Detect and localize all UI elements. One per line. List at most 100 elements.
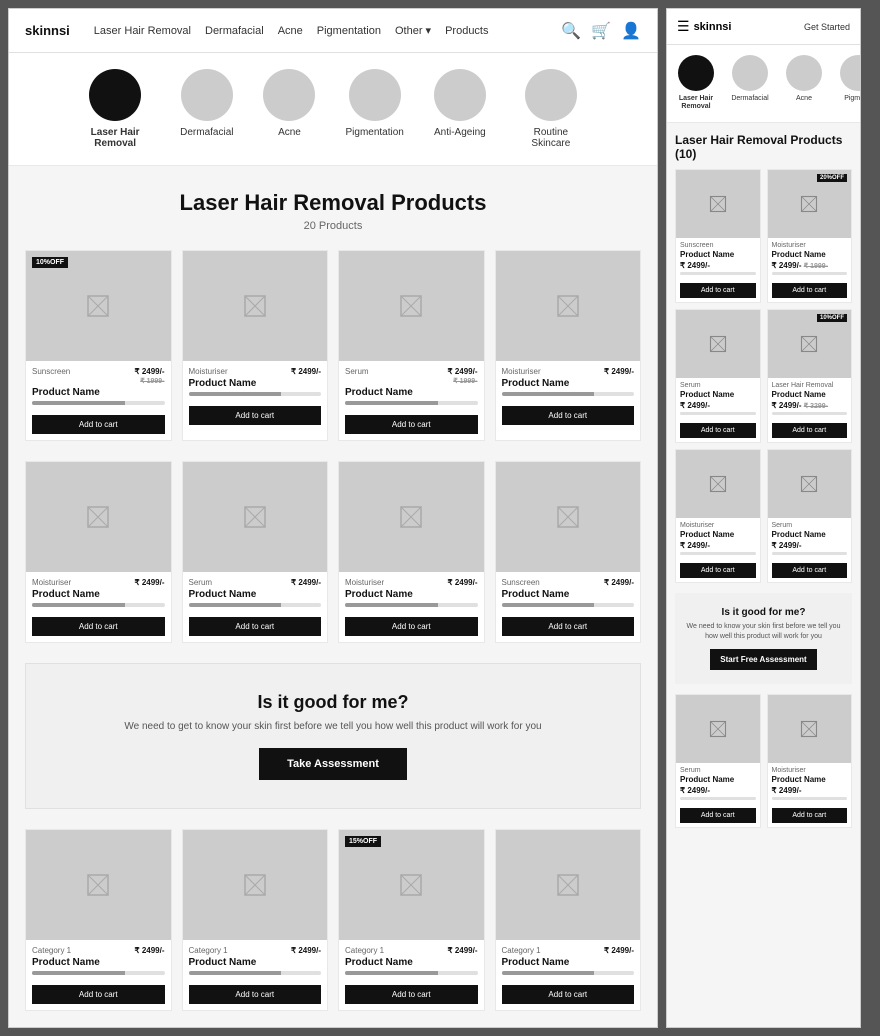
product-card-7: Moisturiser ₹ 2499/- Product Name Add to…: [338, 461, 485, 643]
add-to-cart-9[interactable]: Add to cart: [32, 985, 165, 1004]
cat-circle-acne: [263, 69, 315, 121]
start-free-assessment-button[interactable]: Start Free Assessment: [710, 649, 816, 670]
mobile-assessment-desc: We need to know your skin first before w…: [683, 622, 844, 642]
product-price-9: ₹ 2499/-: [135, 946, 165, 955]
nav-link-products[interactable]: Products: [445, 24, 488, 37]
nav-link-pigmentation[interactable]: Pigmentation: [317, 24, 381, 37]
cat-dermafacial[interactable]: Dermafacial: [180, 69, 233, 149]
mobile-cat-acne[interactable]: Acne: [783, 55, 825, 112]
section-title: Laser Hair Removal Products: [25, 190, 641, 216]
mobile-navbar: ☰ skinnsi Get Started: [667, 9, 860, 45]
mobile-product-grid: Sunscreen Product Name ₹ 2499/- Add to c…: [667, 165, 860, 587]
mobile-product-price-1: ₹ 2499/-: [680, 261, 756, 270]
product-card-10: Category 1 ₹ 2499/- Product Name Add to …: [182, 829, 329, 1011]
account-icon[interactable]: 👤: [621, 21, 641, 41]
add-to-cart-5[interactable]: Add to cart: [32, 617, 165, 636]
nav-link-other[interactable]: Other ▾: [395, 24, 431, 37]
mobile-add-to-cart-8[interactable]: Add to cart: [772, 808, 848, 823]
product-image-9: [26, 830, 171, 940]
product-category-10: Category 1: [189, 946, 228, 955]
cat-label-routine: Routine Skincare: [516, 127, 586, 149]
cat-pigmentation[interactable]: Pigmentation: [345, 69, 403, 149]
mobile-add-to-cart-6[interactable]: Add to cart: [772, 563, 848, 578]
mobile-product-category-1: Sunscreen: [680, 242, 756, 249]
mobile-cat-dermafacial[interactable]: Dermafacial: [729, 55, 771, 112]
nav-link-laser[interactable]: Laser Hair Removal: [94, 24, 191, 37]
nav-link-acne[interactable]: Acne: [278, 24, 303, 37]
product-price-5: ₹ 2499/-: [135, 578, 165, 587]
cat-label-acne: Acne: [278, 127, 301, 138]
desktop-nav-links: Laser Hair Removal Dermafacial Acne Pigm…: [94, 24, 545, 37]
product-price-10: ₹ 2499/-: [291, 946, 321, 955]
take-assessment-button[interactable]: Take Assessment: [259, 748, 407, 780]
add-to-cart-11[interactable]: Add to cart: [345, 985, 478, 1004]
add-to-cart-12[interactable]: Add to cart: [502, 985, 635, 1004]
mobile-add-to-cart-1[interactable]: Add to cart: [680, 283, 756, 298]
product-rating-2: [189, 392, 322, 396]
nav-link-dermafacial[interactable]: Dermafacial: [205, 24, 264, 37]
mobile-cat-pigment[interactable]: Pigment.: [837, 55, 860, 112]
add-to-cart-10[interactable]: Add to cart: [189, 985, 322, 1004]
cat-label-dermafacial: Dermafacial: [180, 127, 233, 138]
add-to-cart-2[interactable]: Add to cart: [189, 406, 322, 425]
mobile-product-grid-2: Serum Product Name ₹ 2499/- Add to cart …: [667, 690, 860, 832]
product-rating-1: [32, 401, 165, 405]
product-category-11: Category 1: [345, 946, 384, 955]
product-price-6: ₹ 2499/-: [291, 578, 321, 587]
mobile-add-to-cart-7[interactable]: Add to cart: [680, 808, 756, 823]
get-started-button[interactable]: Get Started: [804, 22, 850, 32]
add-to-cart-1[interactable]: Add to cart: [32, 415, 165, 434]
product-info-4: Moisturiser ₹ 2499/- Product Name: [496, 361, 641, 400]
mobile-product-name-2: Product Name: [772, 250, 848, 259]
mobile-product-name-8: Product Name: [772, 775, 848, 784]
product-card-6: Serum ₹ 2499/- Product Name Add to cart: [182, 461, 329, 643]
assessment-title: Is it good for me?: [46, 692, 620, 713]
mobile-assessment: Is it good for me? We need to know your …: [675, 593, 852, 685]
product-name-5: Product Name: [32, 589, 165, 600]
product-card-9: Category 1 ₹ 2499/- Product Name Add to …: [25, 829, 172, 1011]
hamburger-icon[interactable]: ☰: [677, 18, 690, 35]
product-category-12: Category 1: [502, 946, 541, 955]
product-price-3: ₹ 2499/- ₹ 1999-: [448, 367, 478, 385]
add-to-cart-8[interactable]: Add to cart: [502, 617, 635, 636]
cat-acne[interactable]: Acne: [263, 69, 315, 149]
product-card-4: Moisturiser ₹ 2499/- Product Name Add to…: [495, 250, 642, 441]
add-to-cart-6[interactable]: Add to cart: [189, 617, 322, 636]
cat-laser[interactable]: Laser Hair Removal: [80, 69, 150, 149]
add-to-cart-7[interactable]: Add to cart: [345, 617, 478, 636]
product-name-11: Product Name: [345, 957, 478, 968]
product-image-6: [183, 462, 328, 572]
mobile-add-to-cart-2[interactable]: Add to cart: [772, 283, 848, 298]
desktop-logo: skinnsi: [25, 23, 70, 38]
assessment-desc: We need to get to know your skin first b…: [46, 721, 620, 732]
section-header: Laser Hair Removal Products 20 Products: [9, 166, 657, 240]
mobile-product-price-4: ₹ 2499/- ₹ 3299-: [772, 401, 848, 410]
add-to-cart-3[interactable]: Add to cart: [345, 415, 478, 434]
product-info-2: Moisturiser ₹ 2499/- Product Name: [183, 361, 328, 400]
mobile-add-to-cart-3[interactable]: Add to cart: [680, 423, 756, 438]
mobile-logo: skinnsi: [694, 21, 732, 33]
product-category-5: Moisturiser: [32, 578, 71, 587]
product-name-3: Product Name: [345, 387, 478, 398]
cat-routine[interactable]: Routine Skincare: [516, 69, 586, 149]
mobile-add-to-cart-4[interactable]: Add to cart: [772, 423, 848, 438]
mobile-rating-2: [772, 272, 848, 275]
mobile-section-title: Laser Hair Removal Products (10): [667, 123, 860, 165]
product-name-4: Product Name: [502, 378, 635, 389]
mobile-cat-laser[interactable]: Laser Hair Removal: [675, 55, 717, 112]
mobile-add-to-cart-5[interactable]: Add to cart: [680, 563, 756, 578]
product-card-5: Moisturiser ₹ 2499/- Product Name Add to…: [25, 461, 172, 643]
mobile-panel: ☰ skinnsi Get Started Laser Hair Removal…: [666, 8, 861, 1028]
mobile-product-card-4: 10%OFF Laser Hair Removal Product Name ₹…: [767, 309, 853, 443]
cat-antiageing[interactable]: Anti-Ageing: [434, 69, 486, 149]
mobile-product-card-1: Sunscreen Product Name ₹ 2499/- Add to c…: [675, 169, 761, 303]
product-grid-row3: Category 1 ₹ 2499/- Product Name Add to …: [9, 819, 657, 1021]
product-badge-1: 10%OFF: [32, 257, 68, 268]
cat-circle-routine: [525, 69, 577, 121]
product-image-3: [339, 251, 484, 361]
add-to-cart-4[interactable]: Add to cart: [502, 406, 635, 425]
search-icon[interactable]: 🔍: [561, 21, 581, 41]
cart-icon[interactable]: 🛒: [591, 21, 611, 41]
mobile-product-category-2: Moisturiser: [772, 242, 848, 249]
mobile-cat-circle-dermafacial: [732, 55, 768, 91]
